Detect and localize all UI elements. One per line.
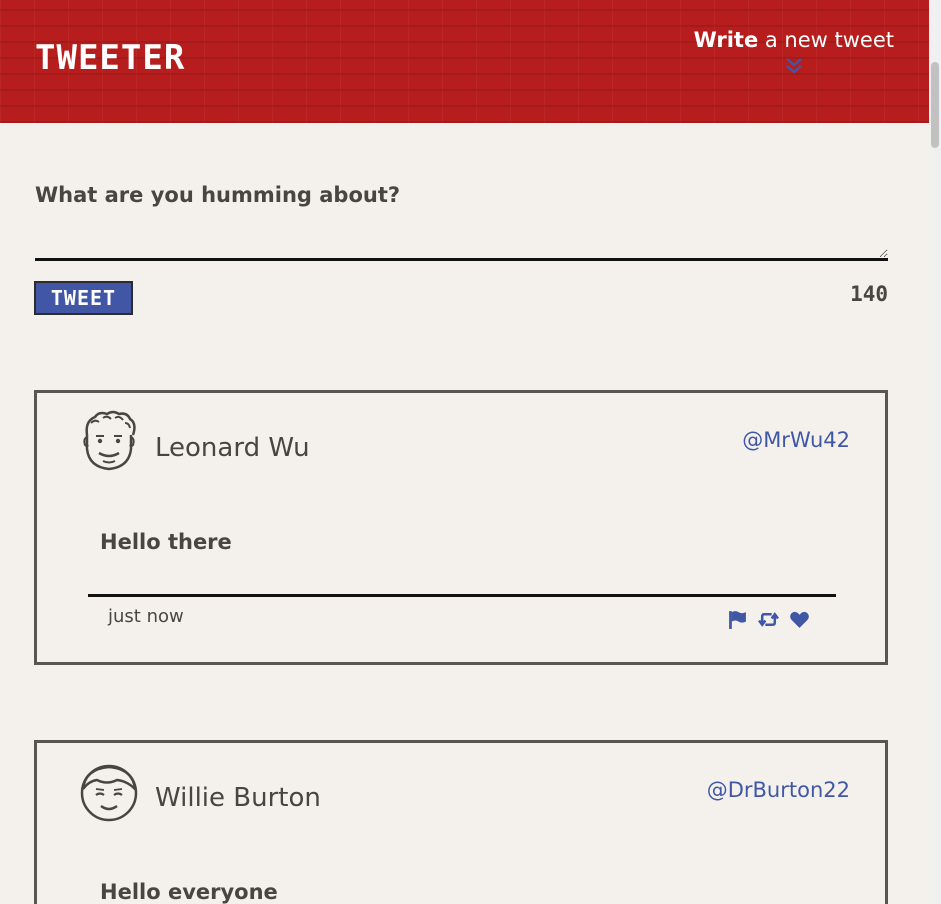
- tweet-timestamp: just now: [108, 606, 184, 627]
- tweet-card: Leonard Wu @MrWu42 Hello there just now: [34, 390, 888, 665]
- retweet-icon[interactable]: [758, 609, 779, 630]
- top-nav: TWEETER Write a new tweet: [0, 0, 929, 123]
- tweet-author-handle[interactable]: @MrWu42: [742, 428, 850, 452]
- curly-hair-face-icon: [83, 410, 136, 471]
- compose-prompt-label: What are you humming about?: [35, 183, 401, 207]
- smiling-face-icon: [80, 764, 138, 822]
- app-logo[interactable]: TWEETER: [35, 38, 185, 78]
- double-chevron-down-icon[interactable]: [784, 56, 804, 76]
- tweet-author-name: Leonard Wu: [155, 433, 310, 463]
- compose-toggle-bold: Write: [693, 28, 759, 52]
- tweet-author-handle[interactable]: @DrBurton22: [707, 778, 850, 802]
- page: TWEETER Write a new tweet What are you h…: [0, 0, 941, 904]
- tweet-card: Willie Burton @DrBurton22 Hello everyone: [34, 740, 888, 904]
- write-new-tweet-toggle[interactable]: Write a new tweet: [694, 28, 894, 76]
- tweet-content: Hello there: [100, 530, 232, 554]
- heart-icon[interactable]: [789, 609, 810, 630]
- page-scrollbar[interactable]: [929, 0, 941, 904]
- tweet-actions: [727, 609, 810, 630]
- char-counter: 140: [850, 282, 888, 306]
- compose-toggle-text: a new tweet: [758, 28, 894, 52]
- tweet-submit-button[interactable]: TWEET: [34, 281, 133, 315]
- tweet-divider: [88, 594, 836, 597]
- scrollbar-thumb[interactable]: [931, 62, 939, 148]
- tweet-text-input[interactable]: [35, 214, 888, 261]
- flag-icon[interactable]: [727, 609, 748, 630]
- tweet-content: Hello everyone: [100, 880, 278, 904]
- tweet-author-name: Willie Burton: [155, 783, 321, 813]
